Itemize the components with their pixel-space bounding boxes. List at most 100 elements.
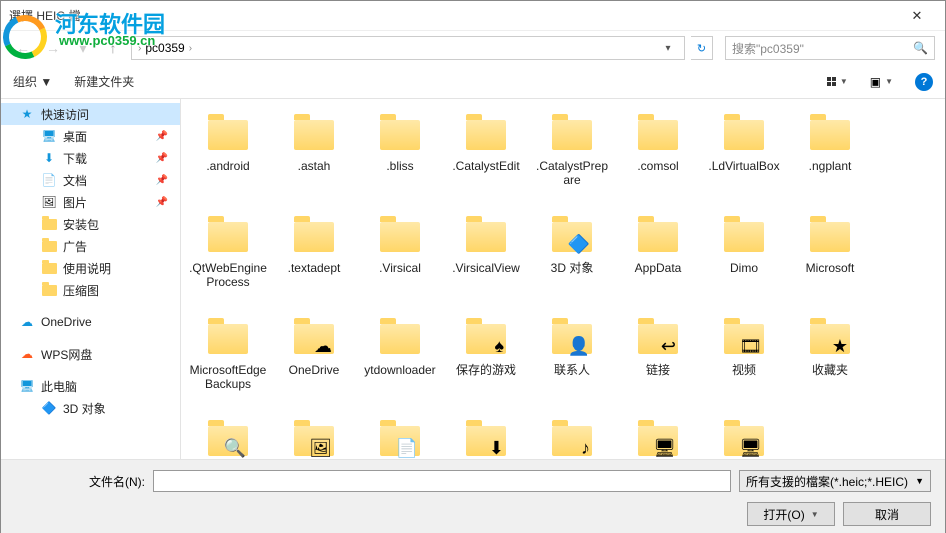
view-options-button[interactable]: ▼ — [827, 77, 848, 86]
file-item[interactable]: ♠ 保存的游戏 — [445, 315, 527, 415]
search-input[interactable]: 搜索"pc0359" 🔍 — [725, 36, 935, 60]
sidebar-item-onedrive[interactable]: ☁OneDrive — [1, 311, 180, 333]
split-dropdown-icon[interactable]: ▼ — [811, 510, 819, 519]
file-item[interactable]: .bliss — [359, 111, 441, 211]
sidebar-item-folder[interactable]: 使用说明 — [1, 257, 180, 279]
file-label: 联系人 — [552, 363, 592, 377]
overlay-icon: ★ — [832, 336, 848, 357]
file-label: 链接 — [644, 363, 672, 377]
breadcrumb-segment[interactable]: pc0359 — [145, 41, 184, 55]
pin-icon: 📌 — [156, 153, 168, 164]
document-icon: 📄 — [41, 172, 57, 188]
search-icon[interactable]: 🔍 — [913, 41, 928, 55]
preview-pane-button[interactable]: ▣▼ — [870, 75, 893, 89]
file-item[interactable]: 🎞视频 — [703, 315, 785, 415]
file-label: MicrosoftEdgeBackups — [187, 363, 269, 392]
sidebar-item-documents[interactable]: 📄文档📌 — [1, 169, 180, 191]
sidebar-item-folder[interactable]: 安装包 — [1, 213, 180, 235]
file-label: Dimo — [728, 261, 760, 275]
file-item[interactable]: Dimo — [703, 213, 785, 313]
file-item[interactable]: .comsol — [617, 111, 699, 211]
file-item[interactable]: 📄文档 — [359, 417, 441, 459]
file-item[interactable]: ytdownloader — [359, 315, 441, 415]
sidebar-item-3d[interactable]: 🔷3D 对象 — [1, 397, 180, 419]
file-item[interactable]: .VirsicalView — [445, 213, 527, 313]
file-item[interactable]: MicrosoftEdgeBackups — [187, 315, 269, 415]
filename-input[interactable] — [153, 470, 731, 492]
file-label: .ngplant — [807, 159, 854, 173]
sidebar-item-downloads[interactable]: ⬇下载📌 — [1, 147, 180, 169]
file-label: 3D 对象 — [549, 261, 596, 275]
file-item[interactable]: Microsoft — [789, 213, 871, 313]
file-item[interactable]: .ngplant — [789, 111, 871, 211]
sidebar-item-folder[interactable]: 广告 — [1, 235, 180, 257]
sidebar-quick-access[interactable]: ★ 快速访问 — [1, 103, 180, 125]
nav-back-icon: ← — [11, 36, 35, 60]
overlay-icon: 🎞 — [739, 336, 762, 357]
file-item[interactable]: ⬇下载 — [445, 417, 527, 459]
file-label: .VirsicalView — [450, 261, 522, 275]
sidebar-item-thispc[interactable]: 🖥此电脑 — [1, 375, 180, 397]
sidebar-item-pictures[interactable]: 🖼图片📌 — [1, 191, 180, 213]
file-item[interactable]: .CatalystEdit — [445, 111, 527, 211]
file-list[interactable]: .android .astah .bliss .CatalystEdit .Cataly… — [181, 99, 945, 459]
file-item[interactable]: .LdVirtualBox — [703, 111, 785, 211]
file-item[interactable]: 🖥桌面 — [617, 417, 699, 459]
file-item[interactable]: 🖥桌面 — [703, 417, 785, 459]
file-item[interactable]: 🔷 3D 对象 — [531, 213, 613, 313]
overlay-icon: ↩ — [661, 336, 676, 357]
pin-icon: 📌 — [156, 197, 168, 208]
file-item[interactable]: ↩ 链接 — [617, 315, 699, 415]
sidebar-item-folder[interactable]: 压缩图 — [1, 279, 180, 301]
help-icon[interactable]: ? — [915, 73, 933, 91]
overlay-icon: 🔷 — [568, 234, 590, 255]
new-folder-button[interactable]: 新建文件夹 — [74, 73, 134, 90]
breadcrumb[interactable]: › pc0359 › ▾ — [131, 36, 685, 60]
overlay-icon: ♠ — [494, 336, 504, 357]
overlay-icon: ♪ — [581, 438, 590, 459]
desktop-icon: 🖥 — [41, 128, 57, 144]
folder-icon — [41, 282, 57, 298]
file-label: 保存的游戏 — [454, 363, 518, 377]
window-title: 選擇 HEIC 檔 — [9, 7, 897, 24]
organize-button[interactable]: 组织 ▼ — [13, 73, 52, 90]
download-icon: ⬇ — [41, 150, 57, 166]
file-item[interactable]: .Virsical — [359, 213, 441, 313]
overlay-icon: ⬇ — [489, 438, 504, 459]
open-button[interactable]: 打开(O)▼ — [747, 502, 835, 526]
file-item[interactable]: ♪音乐 — [531, 417, 613, 459]
file-label: .CatalystEdit — [450, 159, 521, 173]
file-label: .astah — [296, 159, 333, 173]
search-placeholder: 搜索"pc0359" — [732, 40, 913, 57]
breadcrumb-dropdown-icon[interactable]: ▾ — [658, 43, 678, 54]
sidebar-item-wps[interactable]: ☁WPS网盘 — [1, 343, 180, 365]
overlay-icon: 🖥 — [653, 438, 676, 459]
file-item[interactable]: .CatalystPrepare — [531, 111, 613, 211]
file-label: .android — [204, 159, 251, 173]
file-item[interactable]: 👤联系人 — [531, 315, 613, 415]
close-icon[interactable]: ✕ — [897, 2, 937, 30]
file-item[interactable]: .QtWebEngineProcess — [187, 213, 269, 313]
file-label: .CatalystPrepare — [531, 159, 613, 188]
file-item[interactable]: ★收藏夹 — [789, 315, 871, 415]
nav-recent-icon[interactable]: ▾ — [71, 36, 95, 60]
nav-up-icon[interactable]: ↑ — [101, 36, 125, 60]
filetype-select[interactable]: 所有支援的檔案(*.heic;*.HEIC) ▼ — [739, 470, 931, 492]
file-item[interactable]: .android — [187, 111, 269, 211]
pin-icon: 📌 — [156, 131, 168, 142]
cancel-button[interactable]: 取消 — [843, 502, 931, 526]
sidebar-item-desktop[interactable]: 🖥桌面📌 — [1, 125, 180, 147]
file-item[interactable]: 🔍搜索 — [187, 417, 269, 459]
file-label: .comsol — [635, 159, 680, 173]
file-item[interactable]: .textadept — [273, 213, 355, 313]
file-item[interactable]: AppData — [617, 213, 699, 313]
file-item[interactable]: ☁OneDrive — [273, 315, 355, 415]
pc-icon: 🖥 — [19, 378, 35, 394]
file-item[interactable]: .astah — [273, 111, 355, 211]
star-icon: ★ — [19, 106, 35, 122]
refresh-icon[interactable]: ↻ — [691, 36, 713, 60]
file-item[interactable]: 🖼图片 — [273, 417, 355, 459]
cube-icon: 🔷 — [41, 400, 57, 416]
file-label: OneDrive — [287, 363, 342, 377]
file-label: AppData — [633, 261, 684, 275]
